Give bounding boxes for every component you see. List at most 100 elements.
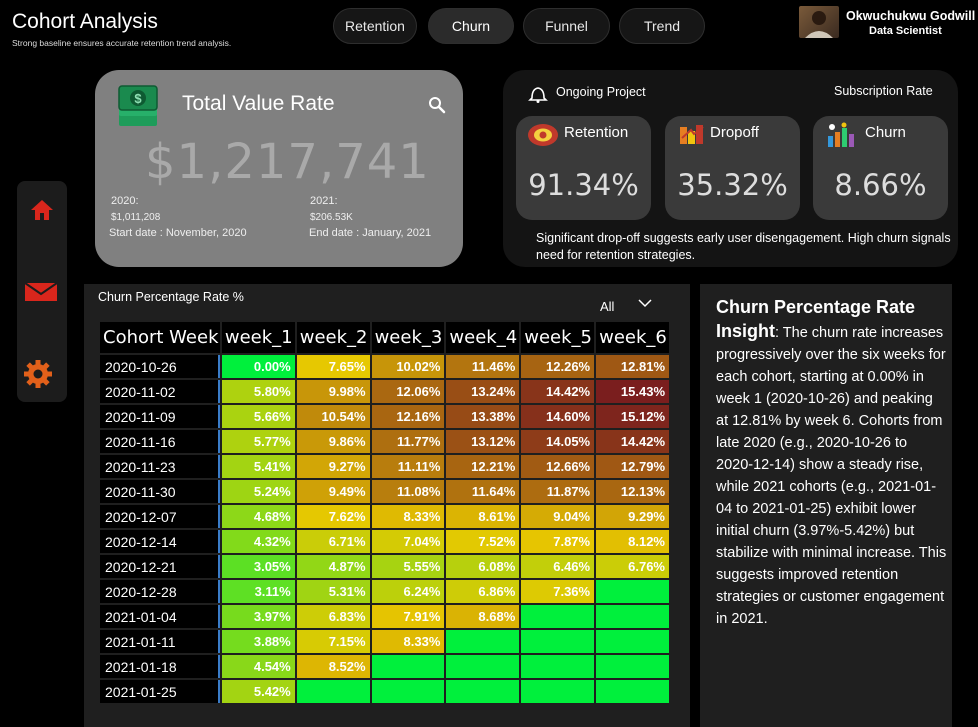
- table-row[interactable]: 2020-11-16 5.77% 9.86% 11.77% 13.12% 14.05% 14…: [100, 430, 669, 453]
- column-header-2[interactable]: week_2: [296, 322, 370, 353]
- column-header-1[interactable]: week_1: [221, 322, 295, 353]
- cohort-date-cell: 2020-12-28: [100, 580, 220, 603]
- churn-cell: 7.87%: [521, 530, 595, 553]
- table-row[interactable]: 2021-01-11 3.88% 7.15% 8.33%: [100, 630, 669, 653]
- churn-cell: 9.29%: [596, 505, 669, 528]
- retention-icon: [526, 122, 560, 153]
- table-row[interactable]: 2021-01-04 3.97% 6.83% 7.91% 8.68%: [100, 605, 669, 628]
- filter-dropdown[interactable]: All: [600, 299, 614, 314]
- search-icon[interactable]: [428, 96, 446, 114]
- value-card-title: Total Value Rate: [182, 92, 335, 115]
- churn-cell: 4.68%: [221, 505, 295, 528]
- page-title: Cohort Analysis: [12, 10, 158, 33]
- table-row[interactable]: 2020-12-28 3.11% 5.31% 6.24% 6.86% 7.36%: [100, 580, 669, 603]
- cohort-date-cell: 2020-11-23: [100, 455, 220, 478]
- churn-cell: 12.16%: [371, 405, 445, 428]
- column-header-3[interactable]: week_3: [371, 322, 445, 353]
- churn-cell: 3.88%: [221, 630, 295, 653]
- tab-retention[interactable]: Retention: [333, 8, 417, 44]
- churn-cell: 5.42%: [221, 680, 295, 703]
- churn-cell: 5.77%: [221, 430, 295, 453]
- cohort-date-cell: 2021-01-04: [100, 605, 220, 628]
- tab-label: Funnel: [545, 18, 588, 34]
- churn-cell: [296, 680, 370, 703]
- mail-icon[interactable]: [24, 282, 58, 307]
- cohort-date-cell: 2020-11-09: [100, 405, 220, 428]
- churn-cell: 5.31%: [296, 580, 370, 603]
- gear-icon[interactable]: [23, 359, 53, 394]
- churn-cell: 5.55%: [371, 555, 445, 578]
- churn-cell: 7.65%: [296, 355, 370, 378]
- churn-cell: 11.11%: [371, 455, 445, 478]
- churn-cell: [596, 630, 669, 653]
- chevron-down-icon[interactable]: [638, 296, 652, 308]
- churn-cell: 14.42%: [596, 430, 669, 453]
- churn-cell: 12.81%: [596, 355, 669, 378]
- total-value-card: $ Total Value Rate $1,217,741 2020: $1,0…: [95, 70, 463, 267]
- svg-text:$: $: [134, 91, 142, 106]
- table-header-row: Cohort Week week_1 week_2 week_3 week_4 week_…: [100, 322, 669, 353]
- table-row[interactable]: 2020-11-09 5.66% 10.54% 12.16% 13.38% 14.60% 1…: [100, 405, 669, 428]
- churn-cell: [371, 680, 445, 703]
- churn-cell: [446, 680, 520, 703]
- table-title: Churn Percentage Rate %: [98, 290, 244, 304]
- cohort-date-cell: 2021-01-25: [100, 680, 220, 703]
- kpi-churn-card: Churn 8.66%: [813, 116, 948, 220]
- table-row[interactable]: 2020-12-14 4.32% 6.71% 7.04% 7.52% 7.87% 8.12%: [100, 530, 669, 553]
- table-row[interactable]: 2021-01-18 4.54% 8.52%: [100, 655, 669, 678]
- churn-cell: 11.77%: [371, 430, 445, 453]
- churn-cell: 12.26%: [521, 355, 595, 378]
- churn-cell: 0.00%: [221, 355, 295, 378]
- ongoing-project-label: Ongoing Project: [556, 85, 646, 99]
- churn-cell: 4.32%: [221, 530, 295, 553]
- tab-funnel[interactable]: Funnel: [523, 8, 610, 44]
- column-header-cohort[interactable]: Cohort Week: [100, 322, 220, 353]
- churn-cell: 13.12%: [446, 430, 520, 453]
- churn-cell: 12.13%: [596, 480, 669, 503]
- tab-label: Retention: [345, 18, 405, 34]
- tab-trend[interactable]: Trend: [619, 8, 705, 44]
- cohort-date-cell: 2020-11-30: [100, 480, 220, 503]
- churn-cell: 7.91%: [371, 605, 445, 628]
- table-row[interactable]: 2020-11-02 5.80% 9.98% 12.06% 13.24% 14.42% 15…: [100, 380, 669, 403]
- kpi-dropoff-card: Dropoff 35.32%: [665, 116, 800, 220]
- churn-cell: 5.24%: [221, 480, 295, 503]
- cohort-date-cell: 2021-01-18: [100, 655, 220, 678]
- churn-cell: [446, 655, 520, 678]
- table-row[interactable]: 2020-12-07 4.68% 7.62% 8.33% 8.61% 9.04% 9.29%: [100, 505, 669, 528]
- table-row[interactable]: 2020-12-21 3.05% 4.87% 5.55% 6.08% 6.46% 6.76%: [100, 555, 669, 578]
- churn-cell: 3.05%: [221, 555, 295, 578]
- cohort-date-cell: 2020-10-26: [100, 355, 220, 378]
- churn-cell: 11.46%: [446, 355, 520, 378]
- home-icon[interactable]: [30, 199, 54, 226]
- churn-cell: 7.36%: [521, 580, 595, 603]
- churn-cell: 10.02%: [371, 355, 445, 378]
- churn-cell: 7.62%: [296, 505, 370, 528]
- column-header-6[interactable]: week_6: [596, 322, 669, 353]
- rate-note: Significant drop-off suggests early user…: [536, 231, 951, 262]
- churn-cell: 11.08%: [371, 480, 445, 503]
- churn-cell: [521, 605, 595, 628]
- table-row[interactable]: 2020-10-26 0.00% 7.65% 10.02% 11.46% 12.26% 12…: [100, 355, 669, 378]
- column-header-5[interactable]: week_5: [521, 322, 595, 353]
- user-name: Okwuchukwu Godwill: [846, 9, 976, 23]
- churn-cell: 15.43%: [596, 380, 669, 403]
- churn-cell: [596, 580, 669, 603]
- cohort-date-cell: 2021-01-11: [100, 630, 220, 653]
- churn-cell: [371, 655, 445, 678]
- table-row[interactable]: 2020-11-23 5.41% 9.27% 11.11% 12.21% 12.66% 12…: [100, 455, 669, 478]
- churn-cell: [596, 680, 669, 703]
- churn-cell: 10.54%: [296, 405, 370, 428]
- churn-cell: 3.97%: [221, 605, 295, 628]
- churn-cell: 9.49%: [296, 480, 370, 503]
- churn-cell: 5.80%: [221, 380, 295, 403]
- churn-cell: 8.52%: [296, 655, 370, 678]
- column-header-4[interactable]: week_4: [446, 322, 520, 353]
- table-row[interactable]: 2021-01-25 5.42%: [100, 680, 669, 703]
- table-row[interactable]: 2020-11-30 5.24% 9.49% 11.08% 11.64% 11.87% 12…: [100, 480, 669, 503]
- bell-icon: [528, 85, 548, 108]
- tab-churn[interactable]: Churn: [428, 8, 514, 44]
- churn-cell: 9.04%: [521, 505, 595, 528]
- churn-cell: 12.66%: [521, 455, 595, 478]
- start-date: Start date : November, 2020: [109, 227, 247, 239]
